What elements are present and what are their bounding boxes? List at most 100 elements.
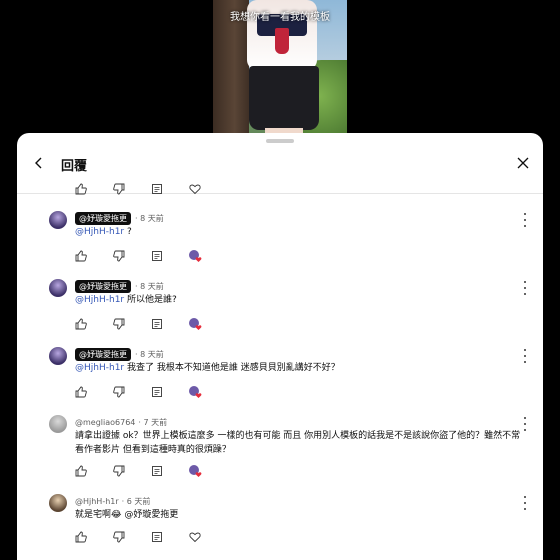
reply-meta: @妤璇愛拖更 · 8 天前 (75, 347, 164, 361)
like-button[interactable] (73, 384, 89, 400)
drag-handle[interactable] (266, 139, 294, 143)
author-badge[interactable]: @妤璇愛拖更 (75, 347, 131, 361)
avatar[interactable] (49, 347, 67, 365)
replies-sheet: 回覆 @妤璇愛拖更 · 8 天前 @HjhH-h1r ? @妤璇愛拖更 · 8 … (17, 133, 543, 560)
more-vert-icon (524, 417, 526, 419)
more-options-button[interactable] (521, 496, 529, 510)
heart-icon (189, 184, 201, 195)
video-character-skirt (249, 66, 319, 130)
sheet-header: 回覆 (17, 149, 543, 194)
dislike-button[interactable] (111, 181, 127, 197)
back-button[interactable] (27, 151, 51, 175)
reply-button[interactable] (149, 181, 165, 197)
reply-time: · 7 天前 (138, 417, 168, 427)
like-button[interactable] (73, 181, 89, 197)
like-button[interactable] (73, 248, 89, 264)
thumb-down-icon (113, 386, 125, 398)
more-vert-icon (524, 496, 526, 498)
reply-actions (73, 463, 225, 479)
reply-time: · 8 天前 (135, 349, 164, 359)
heart-button[interactable] (187, 529, 203, 545)
comment-icon (152, 387, 162, 397)
dislike-button[interactable] (111, 248, 127, 264)
thumb-down-icon (113, 531, 125, 543)
like-button[interactable] (73, 463, 89, 479)
author-badge[interactable]: @妤璇愛拖更 (75, 211, 131, 225)
reply-text: @HjhH-h1r 所以他是誰? (75, 295, 177, 305)
more-vert-icon (524, 349, 526, 351)
reply-meta: @megliao6764 · 7 天前 (75, 415, 167, 429)
thumb-up-icon (75, 465, 87, 477)
close-button[interactable] (511, 151, 535, 175)
comment-icon (152, 319, 162, 329)
reply-meta: @妤璇愛拖更 · 8 天前 (75, 211, 164, 225)
mention-link[interactable]: @HjhH-h1r (75, 227, 124, 237)
more-vert-icon (524, 281, 526, 283)
video-caption: 我想你看一看我的模板 (230, 12, 330, 23)
reply-meta: @HjhH-h1r · 6 天前 (75, 494, 150, 508)
comment-actions (73, 181, 225, 197)
dislike-button[interactable] (111, 316, 127, 332)
thumb-up-icon (75, 318, 87, 330)
dislike-button[interactable] (111, 529, 127, 545)
thumb-down-icon (113, 183, 125, 195)
creator-heart (187, 463, 203, 479)
dislike-button[interactable] (111, 384, 127, 400)
reply-actions (73, 529, 225, 545)
thumb-down-icon (113, 250, 125, 262)
reply-time: · 8 天前 (135, 213, 164, 223)
like-button[interactable] (73, 529, 89, 545)
creator-heart-icon (189, 318, 202, 330)
creator-heart-icon (189, 250, 202, 262)
more-vert-icon (524, 213, 526, 215)
reply-button[interactable] (149, 529, 165, 545)
author-name[interactable]: @HjhH-h1r (75, 497, 119, 506)
creator-heart (187, 316, 203, 332)
reply-actions (73, 316, 225, 332)
reply-button[interactable] (149, 248, 165, 264)
comment-icon (152, 184, 162, 194)
chevron-left-icon (35, 157, 42, 169)
more-options-button[interactable] (521, 349, 529, 363)
reply-button[interactable] (149, 463, 165, 479)
heart-button[interactable] (187, 181, 203, 197)
reply-time: · 6 天前 (121, 496, 151, 506)
avatar[interactable] (49, 279, 67, 297)
reply-time: · 8 天前 (135, 281, 164, 291)
video-character-tie (275, 28, 289, 54)
avatar[interactable] (49, 415, 67, 433)
comment-icon (152, 532, 162, 542)
creator-heart (187, 384, 203, 400)
mention-link[interactable]: @HjhH-h1r (75, 295, 124, 305)
heart-icon (189, 532, 201, 543)
reply-button[interactable] (149, 316, 165, 332)
author-badge[interactable]: @妤璇愛拖更 (75, 279, 131, 293)
close-icon (517, 157, 529, 169)
more-options-button[interactable] (521, 281, 529, 295)
reply-actions (73, 384, 225, 400)
avatar[interactable] (49, 211, 67, 229)
avatar[interactable] (49, 494, 67, 512)
reply-actions (73, 248, 225, 264)
creator-heart-icon (189, 465, 202, 477)
thumb-down-icon (113, 465, 125, 477)
more-options-button[interactable] (521, 213, 529, 227)
author-name[interactable]: @megliao6764 (75, 418, 135, 427)
comment-icon (152, 466, 162, 476)
reply-text: @HjhH-h1r 我查了 我根本不知道他是誰 迷感貝貝別亂講好不好？ (75, 363, 340, 373)
reply-button[interactable] (149, 384, 165, 400)
video-player[interactable]: 我想你看一看我的模板 (213, 0, 347, 150)
mention-link[interactable]: @HjhH-h1r (75, 363, 124, 373)
thumb-up-icon (75, 386, 87, 398)
thumb-up-icon (75, 183, 87, 195)
dislike-button[interactable] (111, 463, 127, 479)
reply-meta: @妤璇愛拖更 · 8 天前 (75, 279, 164, 293)
sheet-title: 回覆 (61, 159, 88, 174)
reply-text: 請拿出證據 ok？世界上模板這麼多 一樣的也有可能 而且 你用別人模板的話我是不… (75, 431, 521, 455)
more-options-button[interactable] (521, 417, 529, 431)
thumb-up-icon (75, 531, 87, 543)
creator-heart (187, 248, 203, 264)
like-button[interactable] (73, 316, 89, 332)
thumb-up-icon (75, 250, 87, 262)
reply-text: @HjhH-h1r ? (75, 227, 132, 237)
